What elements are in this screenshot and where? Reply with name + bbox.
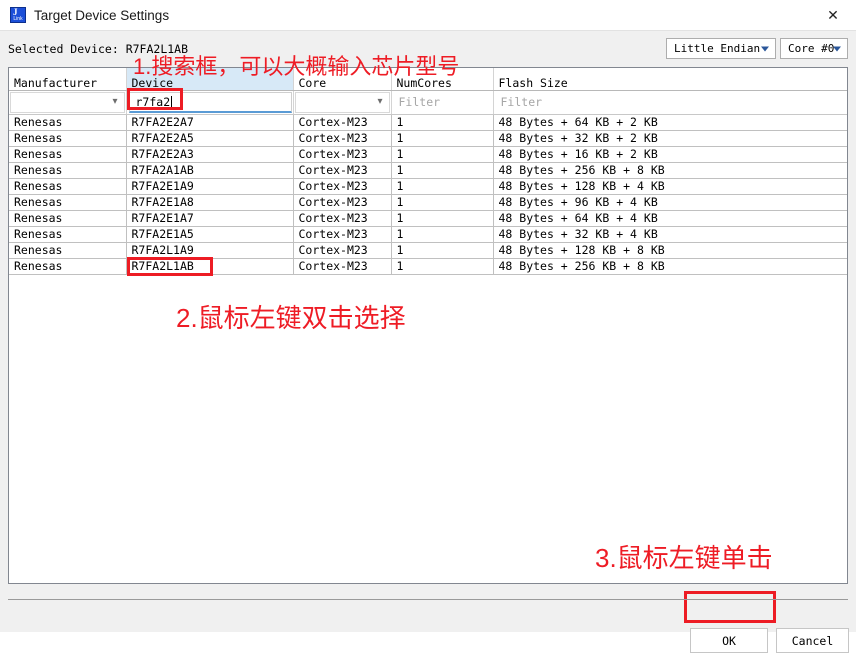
- table-cell-numcores: 1: [391, 162, 493, 178]
- table-cell-numcores: 1: [391, 210, 493, 226]
- table-cell-manufacturer: Renesas: [9, 210, 126, 226]
- annotation-step-2: 2.鼠标左键双击选择: [176, 298, 406, 335]
- ok-button-highlight-box: [684, 591, 776, 623]
- table-cell-manufacturer: Renesas: [9, 130, 126, 146]
- table-cell-manufacturer: Renesas: [9, 178, 126, 194]
- table-cell-flash: 48 Bytes + 64 KB + 2 KB: [493, 114, 847, 130]
- table-cell-numcores: 1: [391, 178, 493, 194]
- table-cell-device: R7FA2A1AB: [126, 162, 293, 178]
- column-header-manufacturer-label: Manufacturer: [14, 76, 97, 90]
- table-cell-flash: 48 Bytes + 256 KB + 8 KB: [493, 162, 847, 178]
- close-icon[interactable]: ✕: [810, 0, 856, 30]
- table-cell-numcores: 1: [391, 258, 493, 274]
- core-dropdown[interactable]: Core #0: [780, 38, 848, 59]
- table-cell-flash: 48 Bytes + 64 KB + 4 KB: [493, 210, 847, 226]
- table-row[interactable]: RenesasR7FA2A1ABCortex-M23148 Bytes + 25…: [9, 162, 847, 178]
- core-value: Core #0: [788, 42, 834, 55]
- jlink-icon: J Link: [10, 7, 26, 23]
- device-table[interactable]: ^ Manufacturer Device Core NumCores: [8, 67, 848, 584]
- table-cell-manufacturer: Renesas: [9, 114, 126, 130]
- filter-cell-device[interactable]: r7fa2: [126, 90, 293, 114]
- table-cell-flash: 48 Bytes + 32 KB + 4 KB: [493, 226, 847, 242]
- core-filter-combo[interactable]: ▾: [295, 92, 390, 113]
- chevron-down-icon: ▾: [112, 97, 117, 107]
- filter-cell-flashsize[interactable]: Filter: [493, 90, 847, 114]
- filter-cell-core[interactable]: ▾: [293, 90, 391, 114]
- table-cell-core: Cortex-M23: [293, 194, 391, 210]
- table-cell-flash: 48 Bytes + 128 KB + 8 KB: [493, 242, 847, 258]
- table-cell-core: Cortex-M23: [293, 258, 391, 274]
- table-row[interactable]: RenesasR7FA2E1A9Cortex-M23148 Bytes + 12…: [9, 178, 847, 194]
- table-cell-numcores: 1: [391, 146, 493, 162]
- endian-dropdown[interactable]: Little Endian: [666, 38, 776, 59]
- table-cell-flash: 48 Bytes + 32 KB + 2 KB: [493, 130, 847, 146]
- table-row[interactable]: RenesasR7FA2L1ABCortex-M23148 Bytes + 25…: [9, 258, 847, 274]
- title-bar: J Link Target Device Settings ✕: [0, 0, 856, 30]
- chevron-down-icon: ▾: [377, 97, 382, 107]
- annotation-step-3: 3.鼠标左键单击: [595, 538, 773, 575]
- table-cell-numcores: 1: [391, 226, 493, 242]
- table-cell-core: Cortex-M23: [293, 130, 391, 146]
- table-cell-manufacturer: Renesas: [9, 146, 126, 162]
- chevron-down-icon: [761, 46, 769, 51]
- table-row[interactable]: RenesasR7FA2E1A8Cortex-M23148 Bytes + 96…: [9, 194, 847, 210]
- device-filter-input[interactable]: r7fa2: [129, 92, 292, 113]
- flashsize-filter-input[interactable]: Filter: [495, 92, 847, 113]
- dialog-body: Selected Device: R7FA2L1AB Little Endian…: [0, 30, 856, 632]
- table-cell-device: R7FA2E1A8: [126, 194, 293, 210]
- table-cell-core: Cortex-M23: [293, 146, 391, 162]
- table-cell-device: R7FA2E2A3: [126, 146, 293, 162]
- window-title: Target Device Settings: [34, 8, 169, 23]
- endian-value: Little Endian: [674, 42, 760, 55]
- filter-cell-manufacturer[interactable]: ▾: [9, 90, 126, 114]
- table-cell-core: Cortex-M23: [293, 226, 391, 242]
- text-caret: [171, 96, 172, 108]
- column-header-flashsize[interactable]: Flash Size: [493, 68, 847, 90]
- table-cell-manufacturer: Renesas: [9, 194, 126, 210]
- table-row[interactable]: RenesasR7FA2E2A7Cortex-M23148 Bytes + 64…: [9, 114, 847, 130]
- table-cell-device: R7FA2L1A9: [126, 242, 293, 258]
- table-cell-manufacturer: Renesas: [9, 242, 126, 258]
- table-cell-core: Cortex-M23: [293, 242, 391, 258]
- table-row[interactable]: RenesasR7FA2L1A9Cortex-M23148 Bytes + 12…: [9, 242, 847, 258]
- filter-cell-numcores[interactable]: Filter: [391, 90, 493, 114]
- annotation-step-1: 1.搜索框，可以大概输入芯片型号: [133, 49, 459, 81]
- footer-divider: [8, 599, 848, 600]
- table-cell-flash: 48 Bytes + 16 KB + 2 KB: [493, 146, 847, 162]
- table-cell-device: R7FA2E2A7: [126, 114, 293, 130]
- chevron-down-icon: [833, 46, 841, 51]
- table-cell-device: R7FA2L1AB: [126, 258, 293, 274]
- table-cell-device: R7FA2E1A5: [126, 226, 293, 242]
- table-cell-device: R7FA2E1A9: [126, 178, 293, 194]
- table-cell-core: Cortex-M23: [293, 162, 391, 178]
- table-cell-flash: 48 Bytes + 128 KB + 4 KB: [493, 178, 847, 194]
- target-device-settings-dialog: J Link Target Device Settings ✕ Selected…: [0, 0, 856, 632]
- table-row[interactable]: RenesasR7FA2E1A5Cortex-M23148 Bytes + 32…: [9, 226, 847, 242]
- table-cell-device: R7FA2E1A7: [126, 210, 293, 226]
- table-cell-numcores: 1: [391, 194, 493, 210]
- table-row[interactable]: RenesasR7FA2E2A3Cortex-M23148 Bytes + 16…: [9, 146, 847, 162]
- table-body: RenesasR7FA2E2A7Cortex-M23148 Bytes + 64…: [9, 114, 847, 274]
- table-cell-device: R7FA2E2A5: [126, 130, 293, 146]
- numcores-filter-input[interactable]: Filter: [393, 92, 492, 113]
- device-filter-value: r7fa2: [136, 95, 171, 109]
- filter-row: ▾ r7fa2 ▾: [9, 90, 847, 114]
- table-row[interactable]: RenesasR7FA2E2A5Cortex-M23148 Bytes + 32…: [9, 130, 847, 146]
- sort-ascending-icon: ^: [69, 67, 74, 75]
- column-header-manufacturer[interactable]: ^ Manufacturer: [9, 68, 126, 90]
- table-row[interactable]: RenesasR7FA2E1A7Cortex-M23148 Bytes + 64…: [9, 210, 847, 226]
- table-cell-core: Cortex-M23: [293, 114, 391, 130]
- table-cell-numcores: 1: [391, 130, 493, 146]
- manufacturer-filter-combo[interactable]: ▾: [10, 92, 125, 113]
- table-cell-core: Cortex-M23: [293, 178, 391, 194]
- table-cell-manufacturer: Renesas: [9, 226, 126, 242]
- table-cell-manufacturer: Renesas: [9, 258, 126, 274]
- table-cell-core: Cortex-M23: [293, 210, 391, 226]
- column-header-flashsize-label: Flash Size: [499, 76, 568, 90]
- table-cell-flash: 48 Bytes + 256 KB + 8 KB: [493, 258, 847, 274]
- table-cell-flash: 48 Bytes + 96 KB + 4 KB: [493, 194, 847, 210]
- table-cell-numcores: 1: [391, 114, 493, 130]
- table-cell-numcores: 1: [391, 242, 493, 258]
- table-cell-manufacturer: Renesas: [9, 162, 126, 178]
